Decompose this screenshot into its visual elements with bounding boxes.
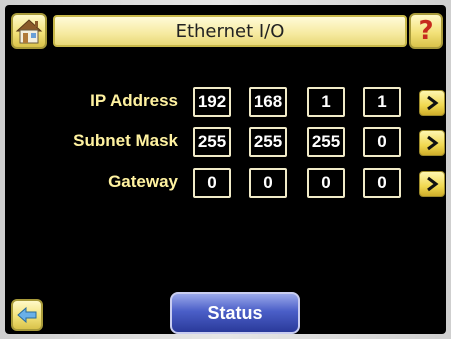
back-button[interactable] <box>11 299 43 331</box>
ip-address-next-button[interactable] <box>419 90 445 116</box>
home-icon <box>15 19 43 44</box>
gateway-label: Gateway <box>108 172 178 191</box>
back-arrow-icon <box>17 306 37 324</box>
subnet-mask-octet-1[interactable]: 255 <box>193 127 231 157</box>
ip-address-octet-3[interactable]: 1 <box>307 87 345 117</box>
chevron-right-icon <box>427 135 439 151</box>
ip-address-row: IP Address 192 168 1 1 <box>5 87 446 117</box>
gateway-octet-2[interactable]: 0 <box>249 168 287 198</box>
gateway-next-button[interactable] <box>419 171 445 197</box>
help-icon: ? <box>418 16 434 46</box>
chevron-right-icon <box>427 176 439 192</box>
gateway-octet-4[interactable]: 0 <box>363 168 401 198</box>
chevron-right-icon <box>427 95 439 111</box>
ip-address-octet-1[interactable]: 192 <box>193 87 231 117</box>
page-title-text: Ethernet I/O <box>175 20 285 42</box>
subnet-mask-row: Subnet Mask 255 255 255 0 <box>5 127 446 157</box>
subnet-mask-octet-2[interactable]: 255 <box>249 127 287 157</box>
subnet-mask-octet-4[interactable]: 0 <box>363 127 401 157</box>
status-button[interactable]: Status <box>170 292 300 334</box>
subnet-mask-next-button[interactable] <box>419 130 445 156</box>
gateway-octet-1[interactable]: 0 <box>193 168 231 198</box>
subnet-mask-octet-3[interactable]: 255 <box>307 127 345 157</box>
ip-address-octet-2[interactable]: 168 <box>249 87 287 117</box>
subnet-mask-label: Subnet Mask <box>73 131 178 150</box>
home-button[interactable] <box>11 13 47 49</box>
help-button[interactable]: ? <box>409 13 443 49</box>
touch-screen: Ethernet I/O ? IP Address 192 168 1 1 Su… <box>5 5 446 334</box>
gateway-octet-3[interactable]: 0 <box>307 168 345 198</box>
ip-address-octet-4[interactable]: 1 <box>363 87 401 117</box>
status-button-label: Status <box>207 302 263 323</box>
ip-address-label: IP Address <box>90 91 178 110</box>
page-title: Ethernet I/O <box>53 15 407 47</box>
gateway-row: Gateway 0 0 0 0 <box>5 168 446 198</box>
